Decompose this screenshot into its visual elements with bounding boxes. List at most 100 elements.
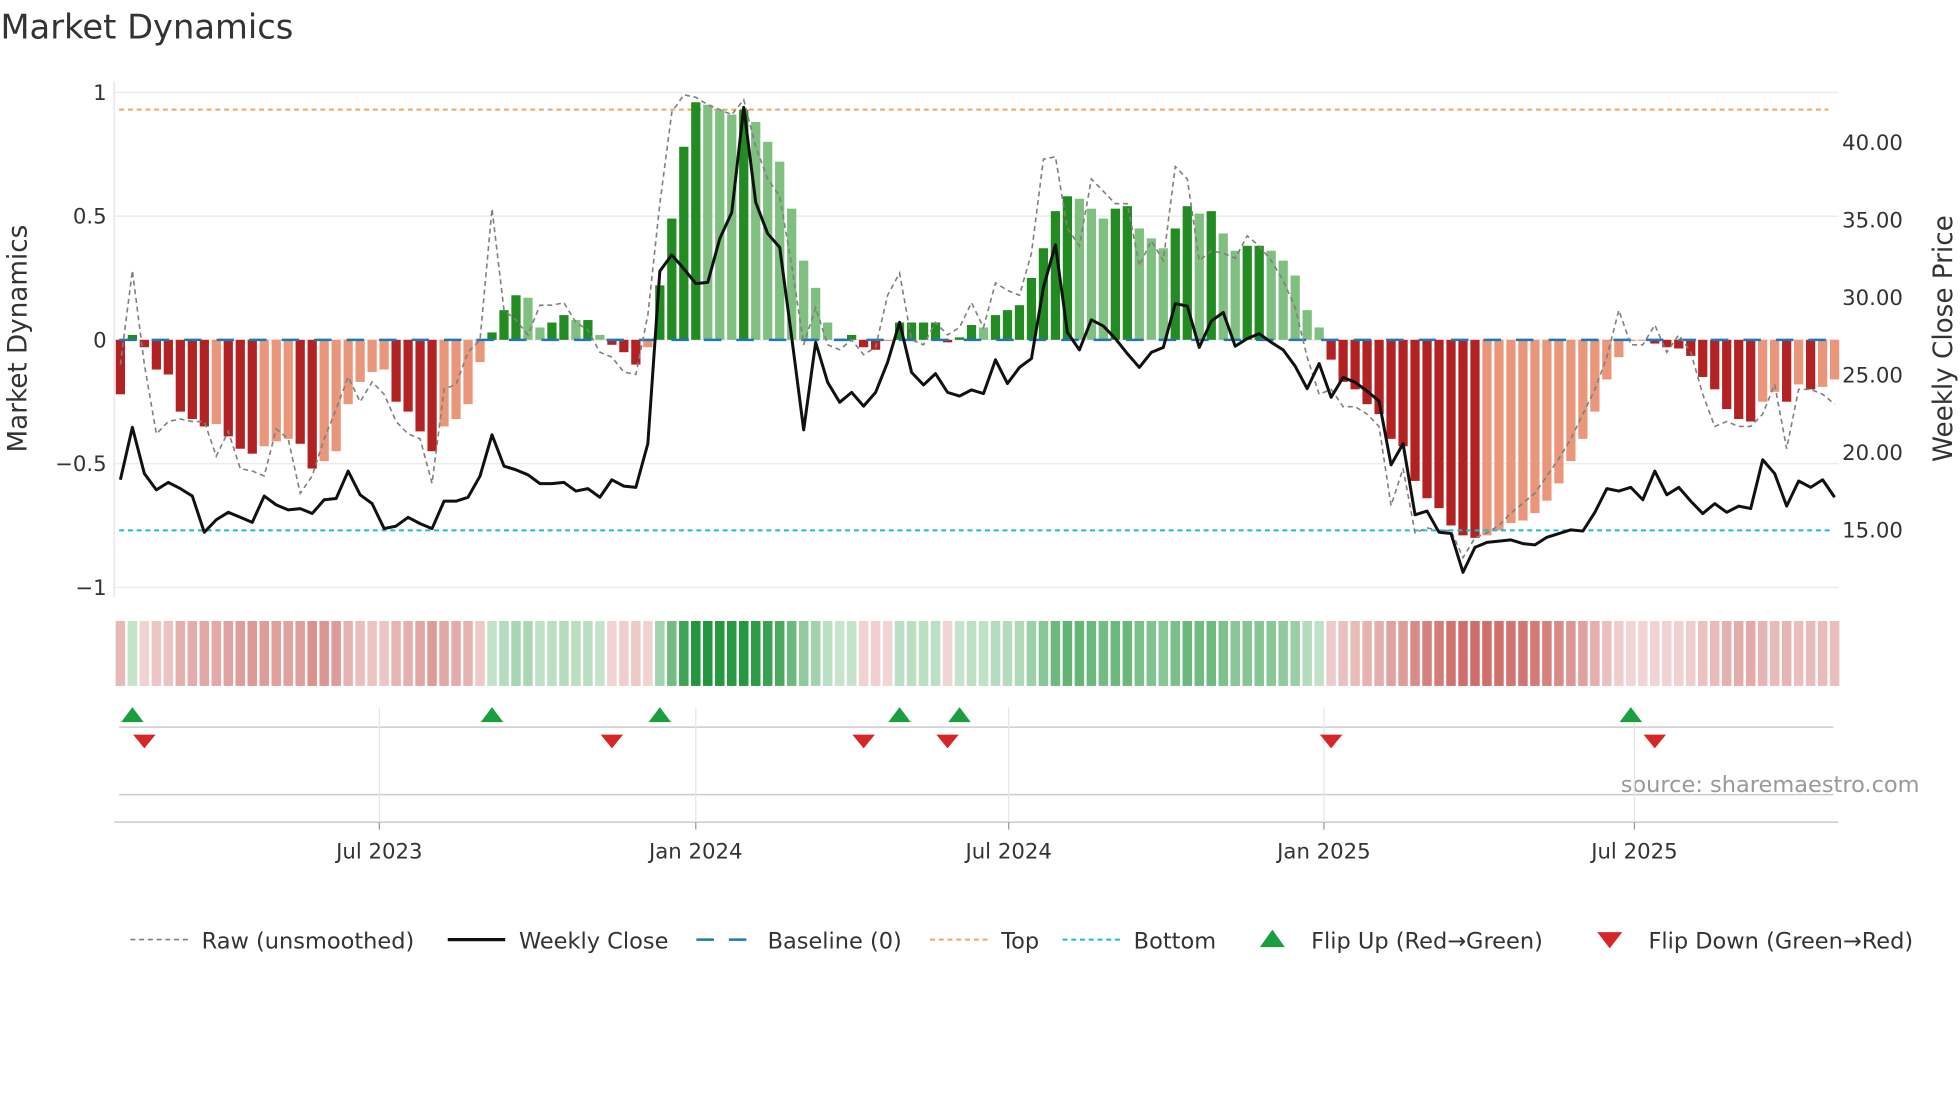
regime-cell	[715, 620, 725, 686]
md-bar	[331, 339, 341, 452]
md-bar	[1146, 238, 1156, 340]
md-bar	[295, 339, 305, 444]
md-bar	[1554, 339, 1564, 484]
y2-tick-label: 25.00	[1842, 363, 1903, 388]
regime-cell	[906, 620, 917, 686]
regime-cell	[151, 620, 162, 686]
regime-cell	[1698, 620, 1708, 686]
regime-cell	[1733, 620, 1744, 686]
regime-cell	[894, 620, 905, 686]
regime-cell	[343, 620, 353, 686]
regime-cell	[870, 620, 881, 686]
regime-cell	[535, 620, 545, 686]
regime-cell	[391, 620, 401, 686]
md-bar	[1410, 339, 1420, 481]
regime-cell	[199, 620, 210, 686]
md-bar	[1014, 305, 1025, 340]
regime-cell	[918, 620, 929, 686]
regime-cell	[439, 620, 449, 686]
regime-cell	[331, 620, 341, 686]
regime-cell	[511, 620, 521, 686]
regime-cell	[355, 620, 365, 686]
regime-cell	[1410, 620, 1420, 686]
md-bar	[882, 339, 893, 342]
md-bar	[966, 324, 977, 340]
market-dynamics-chart: Market Dynamics Market Dynamics Weekly C…	[0, 8, 1959, 955]
regime-cell	[559, 620, 569, 686]
regime-cell	[1554, 620, 1564, 686]
md-bar	[115, 339, 126, 395]
md-bar	[811, 287, 821, 340]
regime-cell	[1793, 620, 1804, 686]
flip-up-marker	[948, 707, 971, 723]
md-bar	[1278, 260, 1288, 340]
md-bar	[1829, 339, 1840, 380]
regime-cell	[1158, 620, 1169, 686]
regime-cell	[223, 620, 234, 686]
regime-cell	[1290, 620, 1300, 686]
md-bar	[307, 339, 317, 469]
md-bar	[703, 104, 713, 340]
md-bar	[1326, 339, 1336, 360]
regime-cell	[1206, 620, 1217, 686]
x-tick-label: Jul 2025	[1589, 839, 1677, 864]
md-bar	[1422, 339, 1432, 499]
regime-cell	[1578, 620, 1588, 686]
md-bar	[631, 339, 641, 365]
regime-cell	[1014, 620, 1025, 686]
regime-cell	[1326, 620, 1336, 686]
md-bar	[1338, 339, 1348, 382]
regime-cell	[1302, 620, 1312, 686]
regime-cell	[1446, 620, 1456, 686]
regime-cell	[1482, 620, 1492, 686]
md-bar	[247, 339, 257, 454]
regime-cell	[1506, 620, 1516, 686]
regime-cell	[1026, 620, 1037, 686]
md-bar	[235, 339, 245, 449]
regime-cell	[691, 620, 701, 686]
md-bar	[223, 339, 233, 437]
md-bar	[1722, 339, 1732, 410]
regime-cell	[1805, 620, 1816, 686]
regime-cell	[1817, 620, 1828, 686]
regime-cell	[1494, 620, 1504, 686]
md-bar	[355, 339, 365, 382]
flip-down-marker	[936, 734, 959, 749]
md-bar	[259, 339, 269, 447]
regime-cell	[1769, 620, 1780, 686]
regime-cell	[139, 620, 150, 686]
regime-cell	[1362, 620, 1372, 686]
regime-cell	[667, 620, 677, 686]
x-tick-label: Jul 2024	[963, 839, 1051, 864]
y-tick-label: −0.5	[55, 452, 107, 477]
regime-cell	[882, 620, 893, 686]
md-bar	[727, 114, 737, 340]
regime-cell	[1542, 620, 1552, 686]
regime-cell	[463, 620, 473, 686]
regime-cell	[1781, 620, 1792, 686]
md-bar	[1746, 339, 1756, 422]
regime-cell	[619, 620, 629, 686]
md-bar	[954, 337, 965, 340]
regime-cell	[415, 620, 425, 686]
legend-flip-up-icon	[1259, 929, 1285, 948]
regime-cell	[1182, 620, 1193, 686]
flip-down-marker	[1319, 734, 1343, 749]
regime-cell	[786, 620, 797, 686]
raw-line	[119, 93, 1836, 560]
md-bar	[1518, 339, 1528, 521]
regime-cell	[798, 620, 809, 686]
regime-cell	[762, 620, 773, 686]
x-tick-label: Jan 2025	[1275, 839, 1371, 864]
regime-cell	[1709, 620, 1720, 686]
regime-cell	[1638, 620, 1648, 686]
legend-flip_up-label: Flip Up (Red→Green)	[1311, 928, 1543, 954]
md-bar	[1614, 339, 1624, 358]
md-bar	[1758, 339, 1768, 402]
regime-cell	[475, 620, 485, 686]
md-bar	[1386, 339, 1396, 439]
md-bar	[319, 339, 329, 462]
y2-tick-label: 40.00	[1842, 131, 1903, 156]
regime-cell	[810, 620, 821, 686]
md-bar	[1782, 339, 1792, 402]
